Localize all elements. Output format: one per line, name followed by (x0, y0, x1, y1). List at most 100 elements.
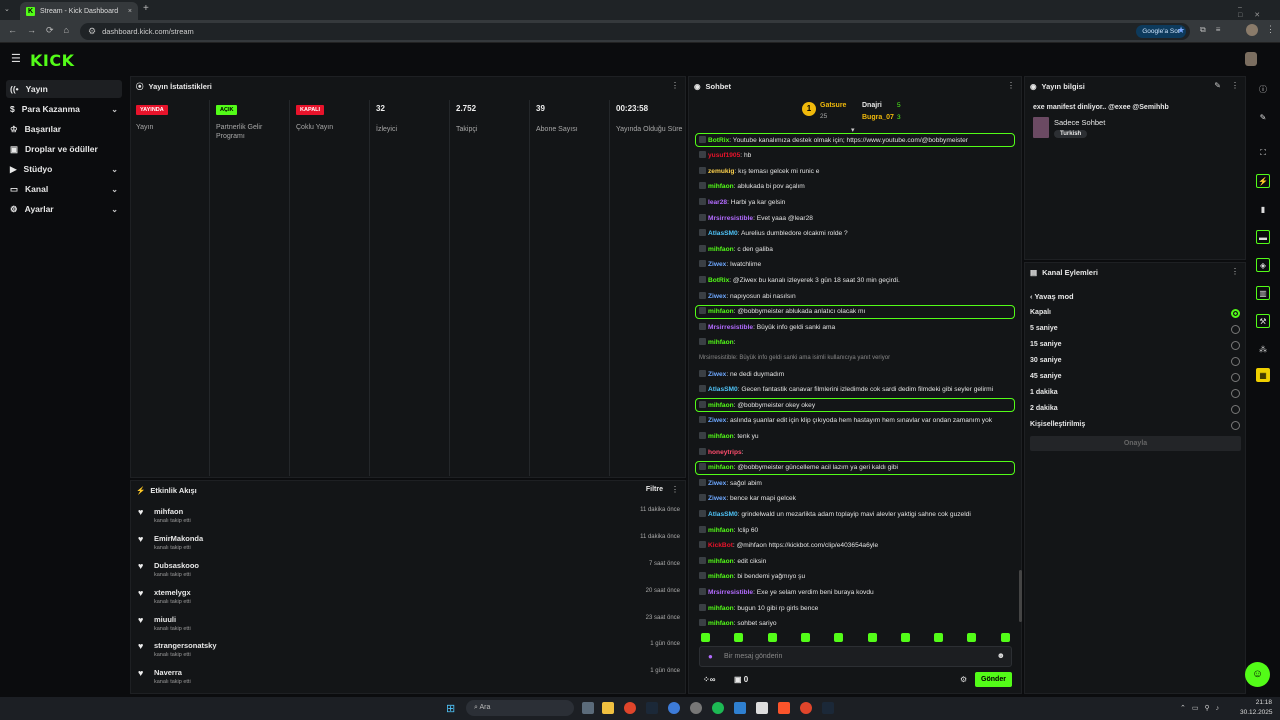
chat-message[interactable]: zemukig: kış teması gelcek mi runic e (699, 166, 1017, 177)
site-info-icon[interactable]: ⚙ (88, 26, 96, 37)
slow-mode-radio[interactable] (1231, 325, 1240, 334)
chat-message[interactable]: AtlasSM0: Aurelius dumbledore olcakmi ro… (699, 228, 1017, 239)
more-options-icon[interactable]: ⋮ (1231, 81, 1239, 90)
sidebar-item-studyo[interactable]: ▶ Stüdyo ⌄ (6, 160, 122, 178)
language-tag[interactable]: Turkish (1054, 130, 1088, 138)
sidebar-item-kanal[interactable]: ▭ Kanal ⌄ (6, 180, 122, 198)
slow-mode-radio[interactable] (1231, 405, 1240, 414)
fullscreen-icon[interactable]: ⛶ (1256, 146, 1270, 160)
chat-message[interactable]: KickBot: @mihfaon https://kickbot.com/cl… (699, 540, 1017, 551)
emote-icon[interactable] (1000, 633, 1010, 642)
edit-icon[interactable]: ✎ (1256, 110, 1270, 124)
notion-icon[interactable] (756, 702, 768, 714)
spotify-icon[interactable] (712, 702, 724, 714)
more-options-icon[interactable]: ⋮ (1231, 267, 1239, 276)
user-avatar[interactable] (1245, 52, 1257, 66)
bookmark-star-icon[interactable]: ★ (1177, 25, 1185, 36)
address-bar[interactable]: ⚙ dashboard.kick.com/stream Google'a Sor (80, 23, 1190, 40)
chat-message[interactable]: Ziwex: napıyosun abi nasılsın (699, 291, 1017, 302)
steam-icon[interactable] (646, 702, 658, 714)
chat-message[interactable]: Ziwex: aslında şuanlar edit için klip çı… (699, 415, 1017, 426)
edit-pencil-icon[interactable]: ✎ (1214, 81, 1221, 90)
sidebar-item-yayin[interactable]: ((• Yayın (6, 80, 122, 98)
sidebar-item-basarilar[interactable]: ♔ Başarılar (6, 120, 122, 138)
activity-item[interactable]: ♥ Naverra kanalı takip etti 1 gün önce (138, 668, 680, 695)
chat-message[interactable]: mihfaon: @bobbymeister okey okey (699, 400, 1017, 411)
chat-message[interactable]: mihfaon: tenk yu (699, 431, 1017, 442)
sidebar-item-ayarlar[interactable]: ⚙ Ayarlar ⌄ (6, 200, 122, 218)
tab-list-icon[interactable]: ⌄ (4, 5, 10, 13)
slow-mode-radio[interactable] (1231, 357, 1240, 366)
activity-item[interactable]: ♥ strangersonatsky kanalı takip etti 1 gün … (138, 641, 680, 668)
obs-icon[interactable] (690, 702, 702, 714)
chat-message[interactable]: yusuf1905: hb (699, 150, 1017, 161)
broadcast-rail-icon[interactable]: ◈ (1256, 258, 1270, 272)
slow-mode-radio[interactable] (1231, 341, 1240, 350)
chat-message[interactable]: Ziwex: Iwatchlime (699, 259, 1017, 270)
chat-message[interactable]: Ziwex: bence kar mapi gelcek (699, 493, 1017, 504)
emote-icon[interactable] (900, 633, 910, 642)
chat-message[interactable]: mihfaon: @bobbymeister güncelleme acil l… (699, 462, 1017, 473)
profile-avatar[interactable] (1246, 24, 1258, 36)
chat-message[interactable]: Ziwex: sağol abim (699, 478, 1017, 489)
emote-icon[interactable] (967, 633, 977, 642)
new-tab-icon[interactable]: + (143, 3, 149, 14)
taskbar-search[interactable]: ⌕ Ara (466, 700, 574, 716)
toolbar-icons[interactable]: ⧉≡ (1200, 25, 1230, 35)
users-rail-icon[interactable]: ⁂ (1256, 342, 1270, 356)
vscode-icon[interactable] (734, 702, 746, 714)
chrome-active-icon[interactable] (800, 702, 812, 714)
chat-fab-button[interactable]: ☺ (1245, 662, 1270, 687)
emote-icon[interactable] (934, 633, 944, 642)
emoji-picker-icon[interactable]: ☻ (997, 651, 1005, 660)
activity-item[interactable]: ♥ miuuli kanalı takip etti 23 saat önce (138, 615, 680, 642)
info-icon[interactable]: ⓘ (1256, 82, 1270, 96)
chat-message[interactable]: AtlasSM0: Gecen fantastik canavar filmle… (699, 384, 1017, 395)
more-options-icon[interactable]: ⋮ (671, 81, 679, 90)
sidebar-item-droplar[interactable]: ▣ Droplar ve ödüller (6, 140, 122, 158)
emote-icon[interactable] (867, 633, 877, 642)
emote-icon[interactable] (800, 633, 810, 642)
slow-mode-back-button[interactable]: ‹ Yavaş mod (1030, 292, 1074, 301)
chat-message[interactable]: Mrsirresistible: Büyük info geldi sanki … (699, 322, 1017, 333)
chat-message[interactable]: lear28: Harbi ya kar gelsin (699, 197, 1017, 208)
chat-message[interactable]: mihfaon: sohbet sariyo (699, 618, 1017, 629)
chrome-icon[interactable] (624, 702, 636, 714)
emote-icon[interactable] (767, 633, 777, 642)
chat-message[interactable]: mihfaon: (699, 337, 1017, 348)
steam-icon-2[interactable] (822, 702, 834, 714)
document-icon[interactable]: ▮ (1256, 202, 1270, 216)
windows-start-icon[interactable]: ⊞ (446, 702, 458, 715)
clapper-rail-icon[interactable]: ▦ (1256, 368, 1270, 382)
app-icon[interactable] (668, 702, 680, 714)
chat-message[interactable]: Mrsirresistible: Exe ye selam verdim ben… (699, 587, 1017, 598)
slow-mode-radio[interactable] (1231, 373, 1240, 382)
clock-time[interactable]: 21:18 (1240, 699, 1272, 706)
panel-rail-icon[interactable]: ▥ (1256, 286, 1270, 300)
chat-message[interactable]: Ziwex: ne dedi duymadım (699, 369, 1017, 380)
chat-message[interactable]: mihfaon: c den galiba (699, 244, 1017, 255)
chat-rail-icon[interactable]: ▬ (1256, 230, 1270, 244)
activity-item[interactable]: ♥ Dubsaskooo kanalı takip etti 7 saat önce (138, 561, 680, 588)
chat-message[interactable]: Mrsirresistible: Evet yaaa @lear28 (699, 213, 1017, 224)
emote-icon[interactable] (734, 633, 744, 642)
reply-context[interactable]: Mrsirresistible: Büyük info geldi sanki … (699, 353, 1017, 364)
sidebar-item-para-kazanma[interactable]: $ Para Kazanma ⌄ (6, 100, 122, 118)
more-options-icon[interactable]: ⋮ (671, 485, 679, 494)
browser-tab[interactable]: K Stream - Kick Dashboard × (20, 2, 138, 20)
chat-message[interactable]: mihfaon: !clip 60 (699, 525, 1017, 536)
gift-count[interactable]: ▣ 0 (734, 675, 748, 684)
activity-item[interactable]: ♥ EmirMakonda kanalı takip etti 11 dakika ö… (138, 534, 680, 561)
file-explorer-icon[interactable] (602, 702, 614, 714)
chat-message[interactable]: honeytrips: (699, 447, 1017, 458)
activity-item[interactable]: ♥ xtemelygx kanalı takip etti 20 saat önce (138, 588, 680, 615)
nav-buttons[interactable]: ←→⟳⌂ (8, 25, 79, 36)
chat-message[interactable]: AtlasSM0: grindelwald un mezarlikta adam… (699, 509, 1017, 520)
wrench-rail-icon[interactable]: ⚒ (1256, 314, 1270, 328)
window-controls[interactable]: –□✕ (1238, 4, 1280, 19)
lightning-rail-icon[interactable]: ⚡ (1256, 174, 1270, 188)
slow-mode-radio[interactable] (1231, 309, 1240, 318)
chat-message[interactable]: BotRix: @Ziwex bu kanalı izleyerek 3 gün… (699, 275, 1017, 286)
emote-icon[interactable] (834, 633, 844, 642)
taskview-icon[interactable] (582, 702, 594, 714)
